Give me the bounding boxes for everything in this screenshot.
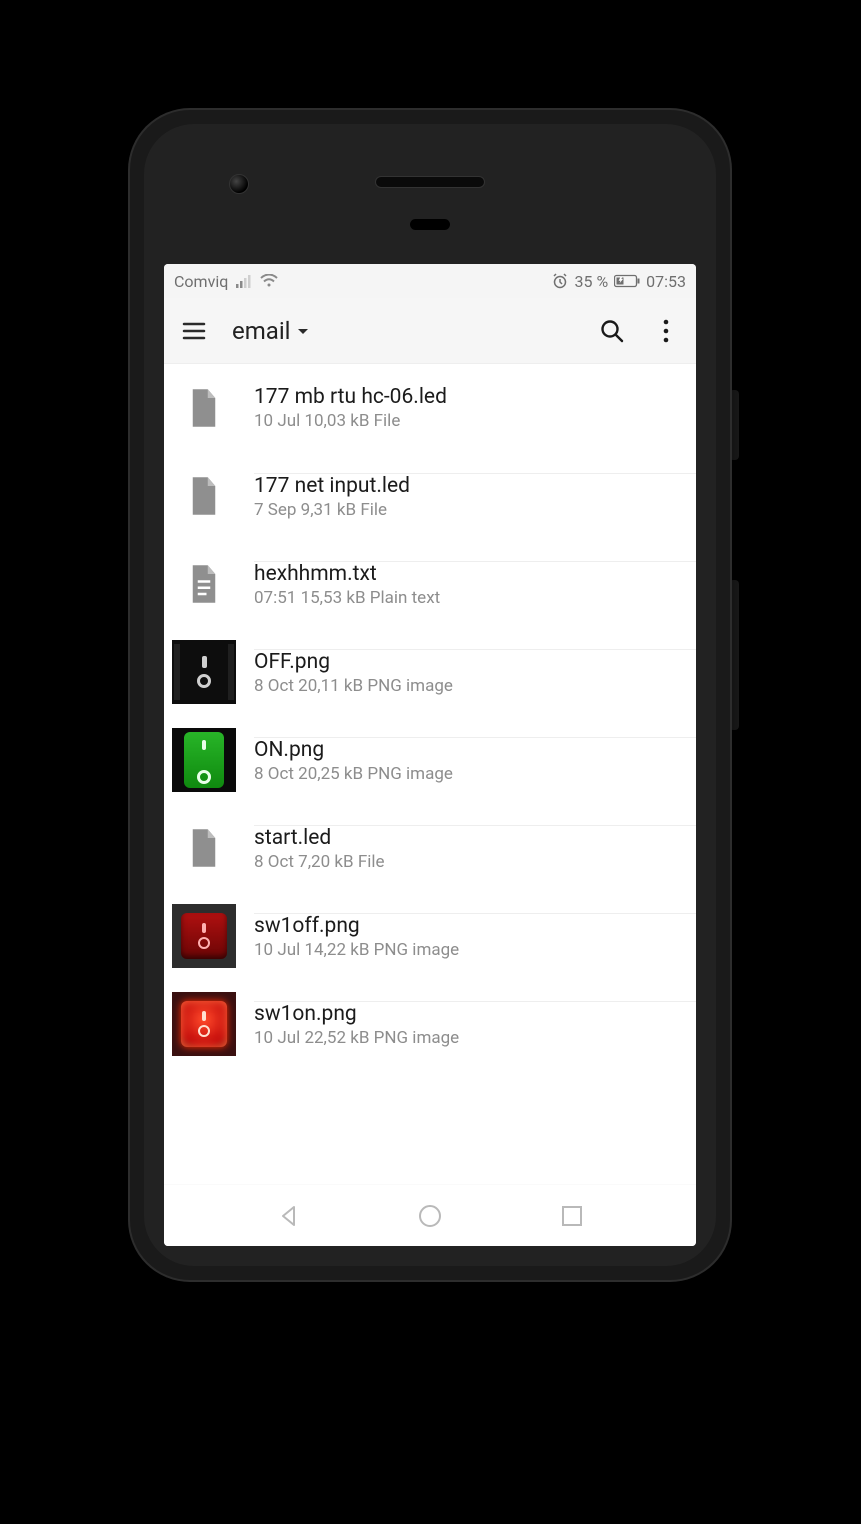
file-meta-label: 8 Oct 20,25 kB PNG image [254, 764, 684, 784]
carrier-label: Comviq [174, 272, 228, 291]
hamburger-menu-button[interactable] [178, 315, 210, 347]
proximity-sensor [410, 219, 450, 230]
file-icon [172, 376, 236, 440]
file-icon [172, 464, 236, 528]
file-row[interactable]: start.led8 Oct 7,20 kB File [164, 804, 696, 892]
nav-recents-button[interactable] [555, 1199, 589, 1233]
overflow-menu-button[interactable] [650, 315, 682, 347]
more-vert-icon [662, 319, 670, 343]
battery-icon [614, 274, 640, 288]
recents-icon [561, 1205, 583, 1227]
clock-label: 07:53 [646, 272, 686, 291]
battery-percent-label: 35 % [574, 272, 608, 291]
image-thumbnail [172, 904, 236, 968]
signal-icon [236, 274, 252, 288]
file-row[interactable]: sw1off.png10 Jul 14,22 kB PNG image [164, 892, 696, 980]
chevron-down-icon [295, 323, 311, 339]
hamburger-icon [182, 321, 206, 341]
file-name-label: ON.png [254, 738, 684, 762]
image-thumbnail [172, 992, 236, 1056]
file-meta-label: 8 Oct 20,11 kB PNG image [254, 676, 684, 696]
text-file-icon [172, 552, 236, 616]
system-nav-bar [164, 1184, 696, 1246]
search-icon [599, 318, 625, 344]
file-meta-label: 10 Jul 14,22 kB PNG image [254, 940, 684, 960]
back-icon [277, 1204, 301, 1228]
volume-button[interactable] [729, 580, 739, 730]
earpiece-speaker [375, 176, 485, 188]
file-name-label: sw1on.png [254, 1002, 684, 1026]
file-name-label: 177 net input.led [254, 474, 684, 498]
image-thumbnail [172, 640, 236, 704]
file-meta-label: 10 Jul 10,03 kB File [254, 411, 684, 431]
folder-dropdown[interactable]: email [232, 317, 311, 345]
phone-frame: Comviq 35 % 07:53 [130, 110, 730, 1280]
search-button[interactable] [596, 315, 628, 347]
file-row[interactable]: OFF.png8 Oct 20,11 kB PNG image [164, 628, 696, 716]
file-row[interactable]: 177 net input.led7 Sep 9,31 kB File [164, 452, 696, 540]
nav-home-button[interactable] [413, 1199, 447, 1233]
file-row[interactable]: hexhhmm.txt07:51 15,53 kB Plain text [164, 540, 696, 628]
file-name-label: OFF.png [254, 650, 684, 674]
file-name-label: start.led [254, 826, 684, 850]
app-bar: email [164, 298, 696, 364]
file-row[interactable]: 177 mb rtu hc-06.led10 Jul 10,03 kB File [164, 364, 696, 452]
front-camera [229, 174, 249, 194]
alarm-icon [552, 273, 568, 289]
file-icon [172, 816, 236, 880]
file-row[interactable]: ON.png8 Oct 20,25 kB PNG image [164, 716, 696, 804]
folder-title-label: email [232, 317, 291, 345]
power-button[interactable] [729, 390, 739, 460]
screen: Comviq 35 % 07:53 [164, 264, 696, 1246]
file-list[interactable]: 177 mb rtu hc-06.led10 Jul 10,03 kB File… [164, 364, 696, 1184]
wifi-icon [260, 274, 278, 288]
home-icon [417, 1203, 443, 1229]
status-bar: Comviq 35 % 07:53 [164, 264, 696, 298]
file-meta-label: 7 Sep 9,31 kB File [254, 500, 684, 520]
file-name-label: 177 mb rtu hc-06.led [254, 385, 684, 409]
file-name-label: sw1off.png [254, 914, 684, 938]
image-thumbnail [172, 728, 236, 792]
file-row[interactable]: sw1on.png10 Jul 22,52 kB PNG image [164, 980, 696, 1068]
nav-back-button[interactable] [272, 1199, 306, 1233]
file-meta-label: 10 Jul 22,52 kB PNG image [254, 1028, 684, 1048]
file-meta-label: 8 Oct 7,20 kB File [254, 852, 684, 872]
file-meta-label: 07:51 15,53 kB Plain text [254, 588, 684, 608]
file-name-label: hexhhmm.txt [254, 562, 684, 586]
